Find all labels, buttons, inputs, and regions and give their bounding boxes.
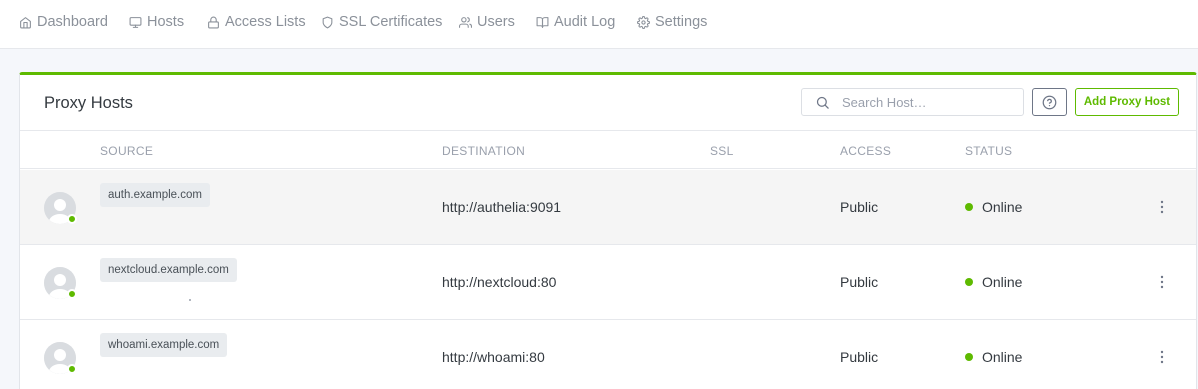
more-vertical-icon: [1160, 350, 1164, 364]
nav-item-audit-log[interactable]: Audit Log: [536, 13, 615, 31]
nav-item-users[interactable]: Users: [459, 13, 515, 31]
nav-item-label: Users: [477, 14, 515, 30]
more-vertical-icon: [1160, 200, 1164, 214]
column-header-access[interactable]: ACCESS: [840, 144, 891, 158]
status: Online: [965, 199, 1022, 215]
nav-item-dashboard[interactable]: Dashboard: [19, 13, 108, 31]
nav-item-label: Settings: [655, 14, 708, 30]
online-indicator: [67, 364, 77, 374]
row-actions-menu[interactable]: [1156, 347, 1168, 367]
card-header: Proxy Hosts Add Proxy Host: [20, 75, 1196, 131]
source-domain-tag[interactable]: auth.example.com: [100, 183, 210, 207]
help-button[interactable]: [1032, 88, 1067, 116]
status-dot: [965, 278, 973, 286]
nav-item-hosts[interactable]: Hosts: [129, 13, 184, 31]
column-header-ssl[interactable]: SSL: [710, 144, 734, 158]
help-circle-icon: [1042, 95, 1057, 109]
proxy-hosts-card: Proxy Hosts Add Proxy Host SOURCE DESTIN…: [19, 72, 1197, 389]
destination: http://whoami:80: [442, 349, 545, 365]
table-row[interactable]: whoami.example.com http://whoami:80 Publ…: [20, 320, 1196, 389]
monitor-icon: [129, 16, 142, 28]
search-icon: [816, 96, 829, 109]
nav-item-label: Dashboard: [37, 14, 108, 30]
column-header-status[interactable]: STATUS: [965, 144, 1012, 158]
access: Public: [840, 349, 879, 365]
home-icon: [20, 16, 31, 28]
source-domain-tag[interactable]: whoami.example.com: [100, 333, 228, 357]
access: Public: [840, 199, 879, 215]
book-icon: [536, 16, 549, 28]
search-box[interactable]: [801, 88, 1024, 116]
nav-item-label: Hosts: [147, 14, 185, 30]
column-header-source[interactable]: SOURCE: [100, 144, 153, 158]
status: Online: [965, 349, 1022, 365]
column-header-destination[interactable]: DESTINATION: [442, 144, 525, 158]
gear-icon: [637, 15, 650, 29]
destination: http://nextcloud:80: [442, 274, 557, 290]
shield-icon: [322, 16, 333, 28]
online-indicator: [67, 214, 77, 224]
nav-item-ssl-certificates[interactable]: SSL Certificates: [321, 13, 442, 31]
nav-item-label: SSL Certificates: [339, 14, 443, 30]
nav-item-label: Access Lists: [225, 14, 306, 30]
page-title: Proxy Hosts: [44, 94, 133, 112]
status-dot: [965, 203, 973, 211]
nav-item-label: Audit Log: [554, 14, 616, 30]
status-label: Online: [982, 199, 1023, 215]
status-label: Online: [982, 274, 1023, 290]
lock-icon: [208, 16, 219, 28]
nav-item-settings[interactable]: Settings: [637, 13, 707, 31]
row-actions-menu[interactable]: [1156, 197, 1168, 217]
top-navigation: Dashboard Hosts Access Lists SSL Certifi…: [0, 0, 1198, 49]
status: Online: [965, 274, 1022, 290]
destination: http://authelia:9091: [442, 199, 562, 215]
status-label: Online: [982, 349, 1023, 365]
divider-dot: [189, 299, 191, 301]
nav-item-access-lists[interactable]: Access Lists: [207, 13, 306, 31]
status-dot: [965, 353, 973, 361]
table-row[interactable]: auth.example.com http://authelia:9091 Pu…: [20, 170, 1196, 245]
table-row[interactable]: nextcloud.example.com http://nextcloud:8…: [20, 245, 1196, 320]
table-header: SOURCE DESTINATION SSL ACCESS STATUS: [20, 131, 1196, 169]
users-icon: [459, 16, 472, 28]
online-indicator: [67, 289, 77, 299]
row-actions-menu[interactable]: [1156, 272, 1168, 292]
access: Public: [840, 274, 879, 290]
more-vertical-icon: [1160, 275, 1164, 289]
add-proxy-host-button[interactable]: Add Proxy Host: [1075, 88, 1179, 116]
source-domain-tag[interactable]: nextcloud.example.com: [100, 258, 237, 282]
search-input[interactable]: [842, 92, 1017, 112]
